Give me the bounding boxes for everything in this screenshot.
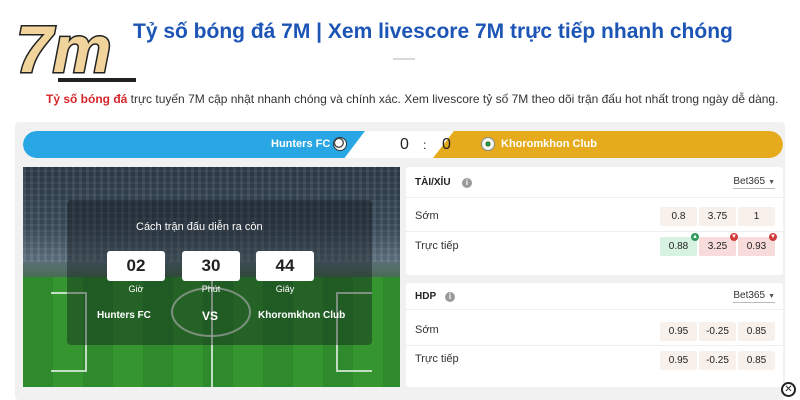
row-divider — [406, 231, 783, 232]
page-description: Tỷ số bóng đá trực tuyến 7M cập nhật nha… — [46, 92, 778, 106]
odds-value-text: 0.93 — [746, 241, 767, 252]
odds-row-label: Trực tiếp — [415, 240, 459, 252]
odds-value-text: 0.88 — [668, 241, 689, 252]
odds-value-falling[interactable]: 3.25 ▼ — [699, 233, 738, 256]
info-icon[interactable]: i — [462, 178, 472, 188]
countdown-away-team: Khoromkhon Club — [258, 310, 346, 321]
countdown-title: Cách trận đấu diễn ra còn — [136, 221, 263, 233]
row-divider — [406, 345, 783, 346]
bookmaker-select[interactable]: Bet365 ▼ — [733, 176, 775, 189]
odds-value[interactable]: 3.75 — [699, 207, 736, 226]
odds-value[interactable]: -0.25 — [699, 322, 736, 341]
bookmaker-label: Bet365 — [733, 176, 766, 187]
score-bar: Hunters FC 0 : 0 Khoromkhon Club — [23, 131, 783, 158]
away-team-name[interactable]: Khoromkhon Club — [501, 138, 597, 150]
odds-title: TÀI/XỈU — [415, 177, 451, 188]
site-logo[interactable]: 7m — [14, 10, 138, 86]
countdown-minutes: 30 — [182, 251, 240, 281]
countdown-hours-label: Giờ — [128, 284, 144, 294]
odds-value-falling[interactable]: 0.93 ▼ — [738, 233, 777, 256]
odds-card-handicap: HDP i Bet365 ▼ Sớm 0.95 -0.25 0.85 Trực t… — [406, 283, 783, 387]
logo-text: 7m — [16, 12, 111, 86]
versus-label: VS — [202, 309, 219, 323]
arrow-down-icon: ▼ — [769, 233, 777, 241]
caret-down-icon: ▼ — [768, 179, 775, 186]
bookmaker-label: Bet365 — [733, 290, 766, 301]
odds-value[interactable]: 0.95 — [660, 322, 697, 341]
odds-value[interactable]: -0.25 — [699, 351, 736, 370]
row-divider — [406, 309, 783, 310]
odds-title: HDP — [415, 291, 437, 302]
odds-value[interactable]: 0.85 — [738, 351, 775, 370]
odds-value[interactable]: 1 — [738, 207, 775, 226]
home-score: 0 — [400, 136, 409, 153]
info-icon[interactable]: i — [445, 292, 455, 302]
countdown-seconds: 44 — [256, 251, 314, 281]
soccer-ball-icon — [333, 137, 347, 151]
arrow-down-icon: ▼ — [730, 233, 738, 241]
countdown-home-team: Hunters FC — [97, 310, 151, 321]
description-highlight-link[interactable]: Tỷ số bóng đá — [46, 92, 127, 106]
bookmaker-select[interactable]: Bet365 ▼ — [733, 290, 775, 303]
caret-down-icon: ▼ — [768, 293, 775, 300]
odds-row-label: Sớm — [415, 210, 439, 222]
away-score: 0 — [442, 136, 451, 153]
score-separator: : — [423, 138, 427, 152]
club-crest-icon — [481, 137, 495, 151]
close-icon[interactable]: ✕ — [781, 382, 796, 397]
description-text: trực tuyến 7M cập nhật nhanh chóng và ch… — [127, 92, 779, 106]
countdown-seconds-label: Giây — [275, 284, 295, 294]
countdown-hours: 02 — [107, 251, 165, 281]
home-team-name[interactable]: Hunters FC — [271, 138, 330, 150]
row-divider — [406, 197, 783, 198]
odds-value-text: 3.25 — [707, 241, 728, 252]
odds-value[interactable]: 0.8 — [660, 207, 697, 226]
arrow-up-icon: ▲ — [691, 233, 699, 241]
page-title: Tỷ số bóng đá 7M | Xem livescore 7M trực… — [133, 20, 733, 43]
odds-card-over-under: TÀI/XỈU i Bet365 ▼ Sớm 0.8 3.75 1 Trực ti… — [406, 167, 783, 275]
title-divider — [393, 58, 415, 60]
odds-row-label: Sớm — [415, 324, 439, 336]
odds-value[interactable]: 0.95 — [660, 351, 697, 370]
odds-row-label: Trực tiếp — [415, 353, 459, 365]
odds-value-rising[interactable]: 0.88 ▲ — [660, 233, 699, 256]
countdown-minutes-label: Phút — [201, 284, 221, 294]
odds-value[interactable]: 0.85 — [738, 322, 775, 341]
